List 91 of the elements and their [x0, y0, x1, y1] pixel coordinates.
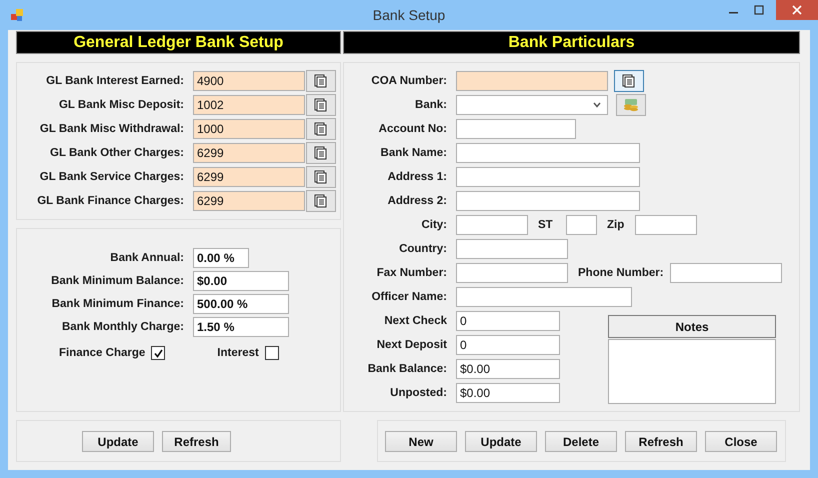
- field-label: GL Bank Finance Charges:: [36, 195, 184, 207]
- field-label: COA Number:: [370, 75, 447, 87]
- section-heading: General Ledger Bank Setup: [16, 31, 341, 54]
- field-label: GL Bank Misc Withdrawal:: [38, 123, 184, 135]
- field-label: Account No:: [378, 123, 447, 135]
- text-field[interactable]: [456, 143, 640, 163]
- account-field[interactable]: 6299: [193, 167, 305, 187]
- text-field[interactable]: [456, 191, 640, 211]
- action-button[interactable]: Refresh: [162, 431, 231, 452]
- field-label: Bank Name:: [380, 147, 447, 159]
- field-label: Next Deposit: [376, 339, 447, 351]
- action-button[interactable]: Update: [82, 431, 154, 452]
- text-field[interactable]: [456, 167, 640, 187]
- caret-icon: [593, 102, 601, 108]
- lookup-button[interactable]: [614, 70, 644, 92]
- text-field[interactable]: 0: [456, 335, 560, 355]
- field-label: Zip: [606, 219, 626, 231]
- documents-icon: [314, 74, 328, 88]
- checkbox-label: Finance Charge: [59, 347, 146, 359]
- field-label: Bank Annual:: [109, 252, 184, 264]
- maximize-icon: [754, 5, 764, 15]
- bank-dropdown[interactable]: [456, 95, 608, 115]
- text-field[interactable]: 0: [456, 311, 560, 331]
- text-field[interactable]: [456, 239, 568, 259]
- account-field[interactable]: 1000: [193, 119, 305, 139]
- lookup-button[interactable]: [306, 118, 336, 140]
- documents-icon: [314, 146, 328, 160]
- field-label: GL Bank Service Charges:: [38, 171, 184, 183]
- field-label: Next Check: [383, 315, 447, 327]
- text-field[interactable]: [456, 119, 576, 139]
- account-field[interactable]: 4900: [193, 71, 305, 91]
- field-label: City:: [420, 219, 447, 231]
- close-button[interactable]: [776, 0, 818, 20]
- account-field[interactable]: 6299: [193, 191, 305, 211]
- field-label: GL Bank Other Charges:: [49, 147, 184, 159]
- coa-field[interactable]: [456, 71, 608, 91]
- lookup-button[interactable]: [306, 94, 336, 116]
- checkbox[interactable]: [264, 346, 279, 360]
- lookup-button[interactable]: [306, 142, 336, 164]
- action-button[interactable]: New: [385, 431, 457, 452]
- text-field[interactable]: [456, 215, 528, 235]
- documents-icon: [314, 194, 328, 208]
- field-label: Address 2:: [386, 195, 447, 207]
- documents-icon: [622, 74, 636, 88]
- action-button[interactable]: Delete: [545, 431, 617, 452]
- field-label: GL Bank Misc Deposit:: [58, 99, 184, 111]
- close-icon: [792, 5, 802, 15]
- field-label: Bank Minimum Balance:: [50, 275, 184, 287]
- field-label: Country:: [398, 243, 447, 255]
- text-field[interactable]: [566, 215, 597, 235]
- text-field[interactable]: [456, 287, 632, 307]
- documents-icon: [314, 122, 328, 136]
- action-button[interactable]: Update: [465, 431, 537, 452]
- coins-icon: [623, 98, 639, 112]
- field-label: GL Bank Interest Earned:: [45, 75, 184, 87]
- field-label: Address 1:: [386, 171, 447, 183]
- field-label: Officer Name:: [370, 291, 447, 303]
- text-field[interactable]: $0.00: [456, 383, 560, 403]
- action-button[interactable]: Refresh: [625, 431, 697, 452]
- checkbox[interactable]: [151, 346, 166, 360]
- rate-field[interactable]: 0.00 %: [193, 248, 249, 268]
- rate-field[interactable]: 500.00 %: [193, 294, 289, 314]
- field-label: Bank Balance:: [366, 363, 447, 375]
- rate-field[interactable]: 1.50 %: [193, 317, 289, 337]
- action-button[interactable]: Close: [705, 431, 777, 452]
- notes-header: Notes: [608, 315, 776, 338]
- field-label: ST: [537, 219, 554, 231]
- field-label: Unposted:: [389, 387, 447, 399]
- text-field[interactable]: [635, 215, 697, 235]
- documents-icon: [314, 170, 328, 184]
- lookup-button[interactable]: [306, 190, 336, 212]
- rate-field[interactable]: $0.00: [193, 271, 289, 291]
- field-label: Bank:: [414, 99, 447, 111]
- field-label: Phone Number:: [577, 267, 665, 279]
- lookup-button[interactable]: [306, 166, 336, 188]
- app-icon: [10, 8, 24, 22]
- lookup-button[interactable]: [306, 70, 336, 92]
- text-field[interactable]: [670, 263, 782, 283]
- text-field[interactable]: [456, 263, 568, 283]
- notes-field[interactable]: [608, 339, 776, 404]
- checkbox-label: Interest: [217, 347, 259, 359]
- documents-icon: [314, 98, 328, 112]
- text-field[interactable]: $0.00: [456, 359, 560, 379]
- field-label: Bank Monthly Charge:: [60, 321, 184, 333]
- account-field[interactable]: 6299: [193, 143, 305, 163]
- field-label: Bank Minimum Finance:: [50, 298, 184, 310]
- section-heading: Bank Particulars: [343, 31, 800, 54]
- field-label: Fax Number:: [376, 267, 447, 279]
- minimize-icon: [728, 12, 738, 14]
- account-field[interactable]: 1002: [193, 95, 305, 115]
- window-title: Bank Setup: [372, 7, 446, 23]
